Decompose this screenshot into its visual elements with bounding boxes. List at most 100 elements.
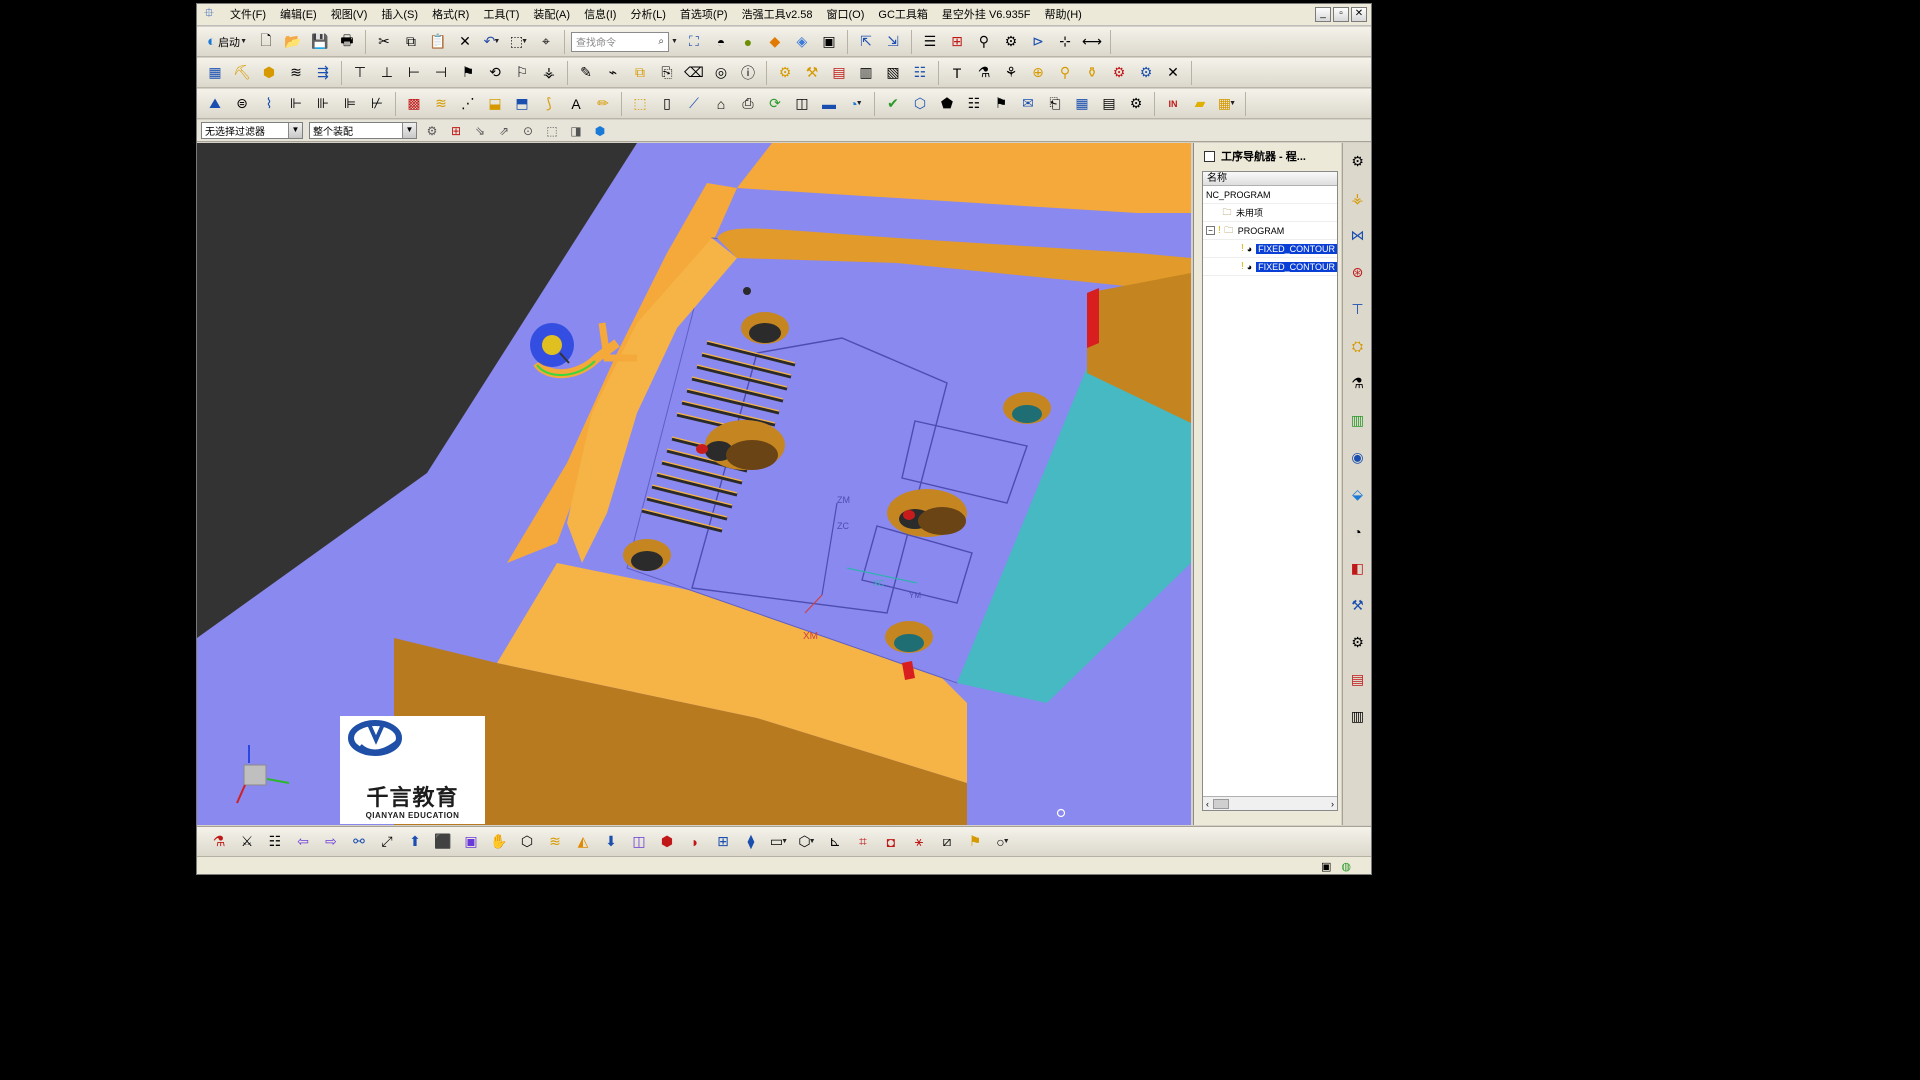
move-layer-button[interactable]: ⊞ (945, 31, 969, 53)
machine-tool-view-button[interactable]: ⊥ (375, 62, 399, 84)
scale-button[interactable]: ⤢ (375, 831, 399, 853)
plunge-mill-button[interactable]: ⬒ (510, 93, 534, 115)
restore-button[interactable]: ▫ (1333, 7, 1349, 22)
scroll-left-icon[interactable]: ‹ (1206, 799, 1209, 809)
mill-tool-button[interactable]: ⚘ (999, 62, 1023, 84)
barrel-tool-button[interactable]: ⚱ (1080, 62, 1104, 84)
hand-button[interactable]: ✋ (487, 831, 511, 853)
list-path-button[interactable]: ☷ (263, 831, 287, 853)
palette-tab[interactable]: ◧ (1346, 556, 1370, 581)
array-button[interactable]: ⊞ (711, 831, 735, 853)
cut-object-button[interactable]: ⌁ (601, 62, 625, 84)
view-button[interactable]: ◈ (790, 31, 814, 53)
menu-assembly[interactable]: 装配(A) (526, 5, 577, 25)
menu-help[interactable]: 帮助(H) (1038, 5, 1089, 25)
collision-button[interactable]: ⬟ (935, 93, 959, 115)
graphics-viewport[interactable]: ZM ZC XM XC YM 千言教育 QIANYAN EDUCATION (197, 143, 1191, 825)
grid-snap-button[interactable]: ⌗ (851, 831, 875, 853)
selection-scope-select[interactable]: 整个装配 ▼ (309, 122, 417, 139)
wire-button[interactable]: ⬡ (515, 831, 539, 853)
print-button[interactable]: 🖶 (335, 31, 359, 53)
wcs-button[interactable]: ⇱ (854, 31, 878, 53)
tool-holder-button[interactable]: ⚗ (972, 62, 996, 84)
pencil-button[interactable]: ✏ (591, 93, 615, 115)
note-button[interactable]: ▰ (1188, 93, 1212, 115)
back-button[interactable]: ⇦ (291, 831, 315, 853)
clock-tab[interactable]: ◔ (1346, 519, 1370, 544)
delete-button[interactable]: ✕ (453, 31, 477, 53)
axis-button[interactable]: ⊾ (823, 831, 847, 853)
generate-path-button[interactable]: ⚑ (456, 62, 480, 84)
snap-point-button[interactable]: ⊞ (447, 122, 465, 140)
cube-view-button[interactable]: ⬢ (591, 122, 609, 140)
edit-object-button[interactable]: ✎ (574, 62, 598, 84)
nc-output-button[interactable]: ▧ (881, 62, 905, 84)
roles-tab[interactable]: ⬙ (1346, 482, 1370, 507)
display-icon[interactable]: ▣ (1321, 860, 1331, 873)
paste-object-button[interactable]: ⎘ (655, 62, 679, 84)
table-button[interactable]: ▦ (1070, 93, 1094, 115)
cut-button[interactable]: ✂ (372, 31, 396, 53)
new-button[interactable]: 🗋 (254, 31, 278, 53)
fit-view-button[interactable]: ⛶ (682, 31, 706, 53)
scroll-right-icon[interactable]: › (1331, 799, 1334, 809)
area-mill-button[interactable]: ▩ (402, 93, 426, 115)
printer-button[interactable]: ⎙ (736, 93, 760, 115)
drill-tool-button[interactable]: ⊕ (1026, 62, 1050, 84)
menu-edit[interactable]: 编辑(E) (273, 5, 324, 25)
comment-button[interactable]: ✉ (1016, 93, 1040, 115)
display-object-button[interactable]: ◎ (709, 62, 733, 84)
paste-button[interactable]: 📋 (426, 31, 450, 53)
chart-button[interactable]: ⟋ (682, 93, 706, 115)
create-method-button[interactable]: ≋ (284, 62, 308, 84)
doc-button[interactable]: ▯ (655, 93, 679, 115)
forward-button[interactable]: ⇨ (319, 831, 343, 853)
menu-analysis[interactable]: 分析(L) (623, 5, 672, 25)
machine-tool-tab[interactable]: ⛭ (1346, 334, 1370, 359)
tool-lib-button[interactable]: ⚙ (1134, 62, 1158, 84)
cavity-mill-button[interactable]: ⛰ (203, 93, 227, 115)
filter-reset-button[interactable]: ⚙ (423, 122, 441, 140)
gouge-check-button[interactable]: ⬡ (908, 93, 932, 115)
background-button[interactable]: ▣ (817, 31, 841, 53)
stock-button[interactable]: ⬚ (628, 93, 652, 115)
path-list-button[interactable]: ☷ (962, 93, 986, 115)
split-path-button[interactable]: ⚔ (235, 831, 259, 853)
layer-button[interactable]: ☰ (918, 31, 942, 53)
link-button[interactable]: ⚯ (347, 831, 371, 853)
chevron-down-icon[interactable]: ▼ (671, 38, 678, 45)
text-tool-button[interactable]: T (945, 62, 969, 84)
menu-tools[interactable]: 工具(T) (476, 5, 526, 25)
menu-format[interactable]: 格式(R) (425, 5, 476, 25)
rest-mill-button[interactable]: ⬓ (483, 93, 507, 115)
tree-item-nc-program[interactable]: NC_PROGRAM (1203, 186, 1337, 204)
open-button[interactable]: 📂 (281, 31, 305, 53)
render-style-button[interactable]: ◓ (709, 31, 733, 53)
history-tab[interactable]: ▥ (1346, 408, 1370, 433)
create-program-button[interactable]: ▦ (203, 62, 227, 84)
drill-button[interactable]: ⬇ (599, 831, 623, 853)
tag-button[interactable]: ⚑ (963, 831, 987, 853)
mirror-button[interactable]: ⧫ (739, 831, 763, 853)
solid-button[interactable]: ⬢ (655, 831, 679, 853)
clock-button[interactable]: ◔ ▼ (844, 93, 868, 115)
contour-profile-button[interactable]: ⊬ (365, 93, 389, 115)
thread-tool-button[interactable]: ⚙ (1107, 62, 1131, 84)
menu-information[interactable]: 信息(I) (577, 5, 623, 25)
type-filter-select[interactable]: 无选择过滤器 ▼ (201, 122, 303, 139)
start-button[interactable]: ◐ 启动 ▼ (203, 31, 251, 53)
edit-path-button[interactable]: ⚗ (207, 831, 231, 853)
extrude-button[interactable]: ⬆ (403, 831, 427, 853)
sweep-button[interactable]: ≋ (543, 831, 567, 853)
close-toolbar-button[interactable]: ✕ (1161, 62, 1185, 84)
calculator-button[interactable]: ▦ ▼ (1215, 93, 1239, 115)
collapse-icon[interactable]: − (1206, 226, 1215, 235)
delete-object-button[interactable]: ⌫ (682, 62, 706, 84)
analysis-button[interactable]: ⚙ (999, 31, 1023, 53)
save-button[interactable]: 💾 (308, 31, 332, 53)
select-button[interactable]: ⬚ ▼ (507, 31, 531, 53)
template-button[interactable]: ▤ (1097, 93, 1121, 115)
polygon-button[interactable]: ⬡ ▼ (795, 831, 819, 853)
color-map-button[interactable]: ◫ (790, 93, 814, 115)
face-mill-button[interactable]: ⊪ (311, 93, 335, 115)
